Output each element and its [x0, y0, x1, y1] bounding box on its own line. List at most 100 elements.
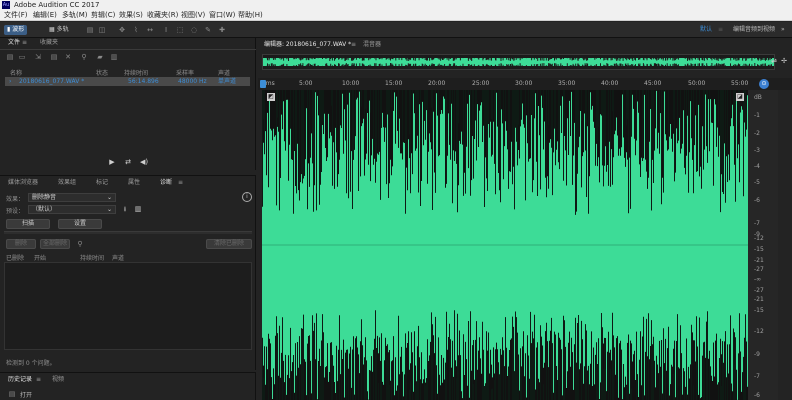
- waveform: [262, 90, 748, 400]
- col-duration[interactable]: 持续时间: [124, 68, 148, 77]
- folder-icon[interactable]: ▰: [96, 53, 104, 61]
- col-deleted[interactable]: 已删除: [6, 253, 24, 262]
- settings-button[interactable]: 设置: [58, 219, 102, 229]
- menu-bar: 文件(F) 编辑(E) 多轨(M) 剪辑(C) 效果(S) 收藏夹(R) 视图(…: [0, 10, 792, 21]
- app-logo: Au: [2, 1, 10, 9]
- menu-clip[interactable]: 剪辑(C): [91, 10, 115, 21]
- db-label: -15: [754, 307, 764, 314]
- db-label: -12: [754, 235, 764, 242]
- insert-icon[interactable]: ▤: [50, 53, 58, 61]
- tab-editor-menu-icon[interactable]: ≡: [351, 40, 356, 50]
- workspace-default[interactable]: 默认: [700, 25, 712, 35]
- razor-tool-icon[interactable]: ⌇: [132, 26, 140, 34]
- workspace-edit-video[interactable]: 编辑音频到视频: [733, 25, 775, 35]
- file-sample-rate: 48000 Hz: [178, 78, 207, 85]
- menu-effects[interactable]: 效果(S): [119, 10, 143, 21]
- info-icon[interactable]: i: [242, 192, 252, 202]
- zoom-icon[interactable]: ⚲: [76, 240, 84, 248]
- lasso-icon[interactable]: ◌: [190, 26, 198, 34]
- menu-file[interactable]: 文件(F): [4, 10, 28, 21]
- delete-preset-icon[interactable]: ▥: [134, 205, 142, 213]
- menu-view[interactable]: 视图(V): [181, 10, 205, 21]
- move-tool-icon[interactable]: ✥: [118, 26, 126, 34]
- tab-files-menu-icon[interactable]: ≡: [22, 38, 27, 48]
- slip-tool-icon[interactable]: ↔: [146, 26, 154, 34]
- loop-icon[interactable]: ⇄: [124, 158, 132, 166]
- db-label: -9: [754, 351, 760, 358]
- time-selection-icon[interactable]: I: [162, 26, 170, 34]
- col-start[interactable]: 开始: [34, 253, 46, 262]
- file-name: 20180616_077.WAV *: [19, 78, 85, 85]
- preset-value: （默认）: [32, 206, 57, 213]
- history-item[interactable]: 打开: [20, 390, 32, 399]
- diagnostics-list[interactable]: [4, 262, 252, 350]
- playhead-handle[interactable]: [260, 80, 266, 88]
- preset-select[interactable]: （默认） ⌄: [28, 205, 116, 214]
- open-file-icon[interactable]: ▭: [18, 53, 26, 61]
- tab-diagnostics[interactable]: 诊断: [160, 178, 172, 188]
- delete-button[interactable]: 删除: [6, 239, 36, 249]
- tab-history-menu-icon[interactable]: ≡: [36, 375, 41, 385]
- waveform-display[interactable]: ◩ ◪: [262, 90, 748, 400]
- file-expand-icon[interactable]: ›: [9, 77, 11, 86]
- overview-bar[interactable]: [262, 54, 775, 70]
- tab-editor[interactable]: 编辑器: 20180616_077.WAV *: [264, 40, 351, 50]
- col-status[interactable]: 状态: [96, 68, 108, 77]
- fade-in-handle-icon[interactable]: ◩: [267, 93, 275, 101]
- time-ruler[interactable]: hms 5:00 10:00 15:00 20:00 25:00 30:00 3…: [258, 78, 792, 90]
- menu-edit[interactable]: 编辑(E): [33, 10, 57, 21]
- tab-favorites[interactable]: 收藏夹: [40, 38, 58, 48]
- db-label: -27: [754, 266, 764, 273]
- tab-history[interactable]: 历史记录: [8, 375, 32, 385]
- play-icon[interactable]: ▶: [108, 158, 116, 166]
- file-row[interactable]: › 20180616_077.WAV * 56:14.896 48000 Hz …: [5, 77, 250, 86]
- new-file-icon[interactable]: ▤: [6, 53, 14, 61]
- spot-heal-icon[interactable]: ✚: [218, 26, 226, 34]
- effect-label: 效果：: [6, 196, 25, 203]
- save-preset-icon[interactable]: ⭳: [121, 205, 129, 213]
- tab-markers[interactable]: 标记: [96, 178, 108, 188]
- fade-out-handle-icon[interactable]: ◪: [736, 93, 744, 101]
- db-label: -4: [754, 163, 760, 170]
- file-channels: 单声道: [218, 78, 237, 85]
- tab-video[interactable]: 视频: [52, 375, 64, 385]
- trash-icon[interactable]: ▥: [110, 53, 118, 61]
- close-file-icon[interactable]: ✕: [64, 53, 72, 61]
- splitter[interactable]: [4, 231, 252, 234]
- volume-icon[interactable]: ◀): [140, 158, 148, 166]
- workspace-more[interactable]: »: [781, 25, 785, 35]
- tab-files[interactable]: 文件: [8, 38, 20, 48]
- zoom-reset-icon[interactable]: ⊙: [759, 79, 769, 89]
- col-name[interactable]: 名称: [10, 68, 22, 77]
- tab-properties[interactable]: 属性: [128, 178, 140, 188]
- ruler-tick: 10:00: [342, 80, 360, 87]
- waveform-view-button[interactable]: ▮ 波形: [4, 25, 28, 35]
- delete-all-button[interactable]: 全部删除: [40, 239, 70, 249]
- search-icon[interactable]: ⚲: [80, 53, 88, 61]
- menu-window[interactable]: 窗口(W): [209, 10, 235, 21]
- spectral-icon[interactable]: ▤: [86, 26, 94, 34]
- tab-mixer[interactable]: 混音器: [363, 40, 381, 50]
- db-label: -15: [754, 246, 764, 253]
- col-channels[interactable]: 声道: [218, 68, 230, 77]
- menu-favorites[interactable]: 收藏夹(R): [147, 10, 178, 21]
- multitrack-view-button[interactable]: ▦ 多轨: [46, 25, 72, 35]
- col-duration[interactable]: 持续时间: [80, 253, 104, 262]
- zoom-tool-icon[interactable]: ⇌: [770, 57, 778, 65]
- tab-media-browser[interactable]: 媒体浏览器: [8, 178, 38, 188]
- history-panel: 历史记录 ≡ 视频 ▤ 打开: [0, 372, 256, 400]
- tab-effects-rack[interactable]: 效果组: [58, 178, 76, 188]
- brush-icon[interactable]: ✎: [204, 26, 212, 34]
- pitch-icon[interactable]: ◫: [98, 26, 106, 34]
- import-icon[interactable]: ⇲: [34, 53, 42, 61]
- menu-help[interactable]: 帮助(H): [238, 10, 263, 21]
- scan-button[interactable]: 扫描: [6, 219, 50, 229]
- col-sample-rate[interactable]: 采样率: [176, 68, 194, 77]
- pan-tool-icon[interactable]: ✢: [780, 57, 788, 65]
- effect-select[interactable]: 删除静音 ⌄: [28, 193, 116, 202]
- col-channel[interactable]: 声道: [112, 253, 124, 262]
- clear-deleted-button[interactable]: 清除已删除: [206, 239, 252, 249]
- menu-multitrack[interactable]: 多轨(M): [62, 10, 88, 21]
- marquee-icon[interactable]: ⬚: [176, 26, 184, 34]
- tab-diagnostics-menu-icon[interactable]: ≡: [178, 178, 183, 188]
